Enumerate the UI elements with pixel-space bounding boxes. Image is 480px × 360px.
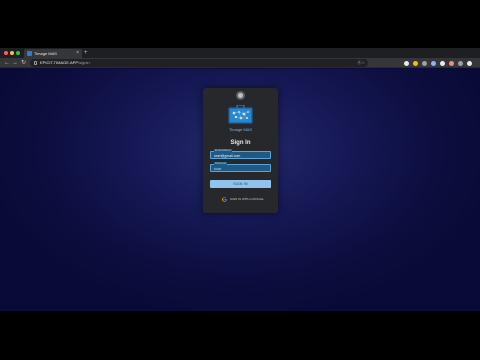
url-path: /signin: [78, 60, 90, 65]
lock-icon[interactable]: [34, 61, 37, 65]
extension-icon[interactable]: [467, 61, 472, 66]
close-window-button[interactable]: [4, 51, 8, 55]
extension-icon[interactable]: [458, 61, 463, 66]
extension-icon[interactable]: [431, 61, 436, 66]
sign-in-button[interactable]: SIGN IN: [210, 180, 271, 188]
bookmark-star-icon[interactable]: Ⓐ☆: [357, 59, 365, 67]
extension-icon[interactable]: [422, 61, 427, 66]
forward-arrow-icon[interactable]: →: [12, 59, 18, 67]
brand-logo-icon: [228, 105, 253, 124]
reload-icon[interactable]: ↻: [21, 59, 26, 67]
minimize-window-button[interactable]: [10, 51, 14, 55]
email-value[interactable]: user@gmail.com: [214, 153, 240, 159]
tab-bar: Timage MAS × +: [0, 48, 480, 58]
new-tab-button[interactable]: +: [84, 49, 88, 57]
email-field[interactable]: Email Address user@gmail.com: [210, 149, 271, 159]
favicon-icon: [27, 51, 32, 56]
address-url: EPICIT.TIMAGE.APP/signin: [40, 59, 90, 67]
extension-icon[interactable]: [404, 61, 409, 66]
letterbox-bottom: [0, 311, 480, 360]
extension-icon[interactable]: [449, 61, 454, 66]
browser-toolbar: ← → ↻ EPICIT.TIMAGE.APP/signin Ⓐ☆: [0, 58, 480, 68]
login-page: Timage MAS Sign In Email Address user@gm…: [0, 69, 480, 311]
back-arrow-icon[interactable]: ←: [4, 59, 10, 67]
user-avatar-icon: [236, 91, 245, 100]
browser-tab[interactable]: Timage MAS ×: [24, 49, 82, 58]
email-label: Email Address: [214, 149, 232, 152]
extension-icon[interactable]: [413, 61, 418, 66]
address-bar[interactable]: EPICIT.TIMAGE.APP/signin Ⓐ☆: [30, 59, 368, 67]
tab-title: Timage MAS: [34, 51, 57, 56]
browser-window: Timage MAS × + ← → ↻ EPICIT.TIMAGE.APP/s…: [0, 48, 480, 311]
tab-close-icon[interactable]: ×: [76, 50, 79, 57]
password-field[interactable]: Password ••••••: [210, 162, 271, 172]
maximize-window-button[interactable]: [16, 51, 20, 55]
brand-name: Timage MAS: [229, 127, 252, 132]
password-value[interactable]: ••••••: [214, 166, 221, 172]
page-title: Sign In: [230, 140, 251, 146]
google-sign-in-label: SIGN IN WITH GOOGLE: [230, 197, 264, 201]
password-label: Password: [214, 162, 227, 165]
google-sign-in-button[interactable]: SIGN IN WITH GOOGLE: [203, 196, 278, 203]
google-icon: [222, 197, 227, 202]
letterbox-top: [0, 0, 480, 48]
login-card: Timage MAS Sign In Email Address user@gm…: [203, 88, 278, 213]
url-host: EPICIT.TIMAGE.APP: [40, 60, 79, 65]
extension-icon[interactable]: [440, 61, 445, 66]
avatar-head-icon: [238, 93, 243, 98]
